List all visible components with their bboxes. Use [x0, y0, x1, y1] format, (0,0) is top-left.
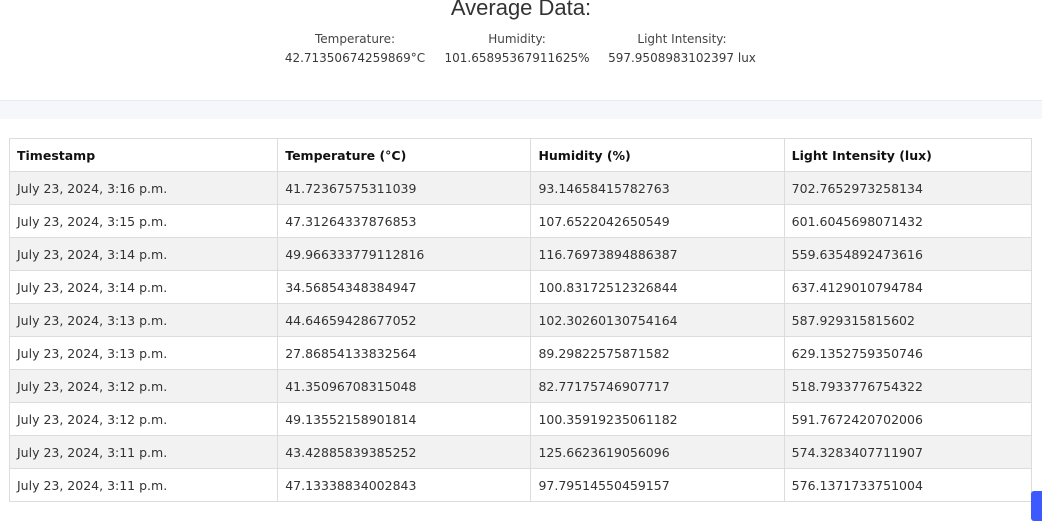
cell-humidity: 102.30260130754164	[530, 303, 785, 337]
header-timestamp: Timestamp	[8, 138, 279, 172]
floating-action-tab[interactable]	[1031, 491, 1042, 521]
table-row: July 23, 2024, 3:13 p.m. 27.868541338325…	[8, 336, 1033, 370]
cell-timestamp: July 23, 2024, 3:11 p.m.	[8, 435, 279, 469]
cell-temperature: 49.966333779112816	[277, 237, 532, 271]
average-temperature-value: 42.71350674259869°C	[284, 51, 426, 65]
table-row: July 23, 2024, 3:11 p.m. 47.133388340028…	[8, 468, 1033, 502]
cell-temperature: 44.64659428677052	[277, 303, 532, 337]
average-light-intensity-value: 597.9508983102397 lux	[608, 51, 756, 65]
header-light-intensity: Light Intensity (lux)	[783, 138, 1033, 172]
cell-humidity: 82.77175746907717	[530, 369, 785, 403]
header-humidity: Humidity (%)	[530, 138, 785, 172]
cell-humidity: 93.14658415782763	[530, 171, 785, 205]
table-row: July 23, 2024, 3:11 p.m. 43.428858393852…	[8, 435, 1033, 469]
sensor-data-table: Timestamp Temperature (°C) Humidity (%) …	[8, 138, 1033, 502]
table-header-row: Timestamp Temperature (°C) Humidity (%) …	[8, 138, 1033, 172]
table-row: July 23, 2024, 3:16 p.m. 41.723675753110…	[8, 171, 1033, 205]
cell-light-intensity: 576.1371733751004	[783, 468, 1033, 502]
average-humidity-label: Humidity:	[488, 32, 546, 46]
cell-light-intensity: 629.1352759350746	[783, 336, 1033, 370]
table-row: July 23, 2024, 3:15 p.m. 47.312643378768…	[8, 204, 1033, 238]
cell-temperature: 27.86854133832564	[277, 336, 532, 370]
cell-light-intensity: 702.7652973258134	[783, 171, 1033, 205]
average-temperature: Temperature: 42.71350674259869°C	[280, 32, 430, 65]
cell-temperature: 47.13338834002843	[277, 468, 532, 502]
cell-light-intensity: 587.929315815602	[783, 303, 1033, 337]
cell-timestamp: July 23, 2024, 3:12 p.m.	[8, 402, 279, 436]
average-temperature-label: Temperature:	[314, 32, 396, 46]
cell-timestamp: July 23, 2024, 3:11 p.m.	[8, 468, 279, 502]
cell-humidity: 97.79514550459157	[530, 468, 785, 502]
cell-light-intensity: 559.6354892473616	[783, 237, 1033, 271]
cell-light-intensity: 637.4129010794784	[783, 270, 1033, 304]
cell-timestamp: July 23, 2024, 3:12 p.m.	[8, 369, 279, 403]
average-data-panel: Average Data: Temperature: 42.7135067425…	[0, 0, 1042, 101]
cell-light-intensity: 574.3283407711907	[783, 435, 1033, 469]
cell-light-intensity: 591.7672420702006	[783, 402, 1033, 436]
cell-temperature: 43.42885839385252	[277, 435, 532, 469]
table-row: July 23, 2024, 3:12 p.m. 49.135521589018…	[8, 402, 1033, 436]
average-humidity: Humidity: 101.65895367911625%	[442, 32, 592, 65]
cell-humidity: 116.76973894886387	[530, 237, 785, 271]
cell-timestamp: July 23, 2024, 3:13 p.m.	[8, 303, 279, 337]
average-light-intensity-label: Light Intensity:	[637, 32, 727, 46]
cell-timestamp: July 23, 2024, 3:14 p.m.	[8, 237, 279, 271]
table-row: July 23, 2024, 3:12 p.m. 41.350967083150…	[8, 369, 1033, 403]
cell-humidity: 107.6522042650549	[530, 204, 785, 238]
cell-humidity: 100.35919235061182	[530, 402, 785, 436]
cell-timestamp: July 23, 2024, 3:13 p.m.	[8, 336, 279, 370]
cell-temperature: 41.35096708315048	[277, 369, 532, 403]
cell-humidity: 100.83172512326844	[530, 270, 785, 304]
cell-temperature: 34.56854348384947	[277, 270, 532, 304]
cell-temperature: 41.72367575311039	[277, 171, 532, 205]
cell-light-intensity: 518.7933776754322	[783, 369, 1033, 403]
cell-timestamp: July 23, 2024, 3:16 p.m.	[8, 171, 279, 205]
table-row: July 23, 2024, 3:14 p.m. 34.568543483849…	[8, 270, 1033, 304]
cell-humidity: 125.6623619056096	[530, 435, 785, 469]
average-humidity-value: 101.65895367911625%	[444, 51, 590, 65]
table-row: July 23, 2024, 3:14 p.m. 49.966333779112…	[8, 237, 1033, 271]
cell-timestamp: July 23, 2024, 3:15 p.m.	[8, 204, 279, 238]
header-temperature: Temperature (°C)	[277, 138, 532, 172]
cell-light-intensity: 601.6045698071432	[783, 204, 1033, 238]
cell-temperature: 49.13552158901814	[277, 402, 532, 436]
average-data-title: Average Data:	[450, 0, 592, 20]
cell-humidity: 89.29822575871582	[530, 336, 785, 370]
table-row: July 23, 2024, 3:13 p.m. 44.646594286770…	[8, 303, 1033, 337]
average-light-intensity: Light Intensity: 597.9508983102397 lux	[607, 32, 757, 65]
cell-timestamp: July 23, 2024, 3:14 p.m.	[8, 270, 279, 304]
cell-temperature: 47.31264337876853	[277, 204, 532, 238]
section-divider	[0, 101, 1042, 119]
